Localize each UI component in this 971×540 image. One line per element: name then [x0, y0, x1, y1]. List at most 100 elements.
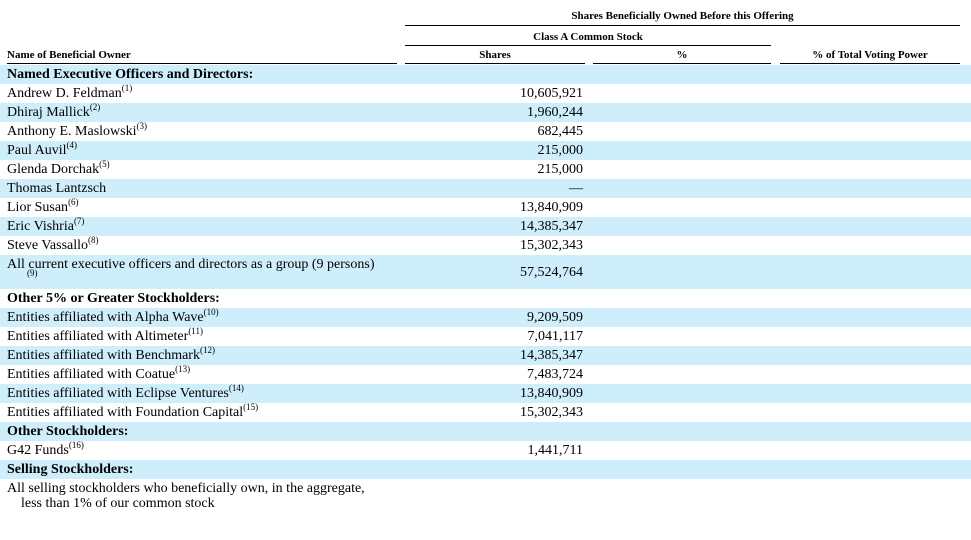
owner-name-text: Entities affiliated with Foundation Capi…	[7, 405, 244, 420]
col-rule-shares	[405, 63, 585, 64]
owner-name: Entities affiliated with Eclipse Venture…	[7, 384, 244, 403]
ownership-table: Named Executive Officers and Directors: A…	[0, 65, 971, 518]
table-row: Entities affiliated with Eclipse Venture…	[0, 384, 971, 403]
footnote-ref: (9)	[27, 268, 38, 278]
owner-name: Eric Vishria(7)	[7, 217, 84, 236]
footnote-ref: (8)	[88, 235, 99, 245]
owner-name-text: Andrew D. Feldman	[7, 86, 122, 101]
footnote-ref: (14)	[228, 383, 244, 393]
table-row: Entities affiliated with Coatue(13) 7,483…	[0, 365, 971, 384]
footnote-ref: (4)	[66, 140, 78, 150]
col-header-name: Name of Beneficial Owner	[7, 49, 131, 61]
table-row: Entities affiliated with Altimeter(11) 7,…	[0, 327, 971, 346]
owner-name: Entities affiliated with Coatue(13)	[7, 365, 190, 384]
table-row: Entities affiliated with Benchmark(12) 14…	[0, 346, 971, 365]
owner-name: Andrew D. Feldman(1)	[7, 84, 132, 103]
section-selling-stockholders: Selling Stockholders:	[0, 460, 971, 479]
owner-name-text: Entities affiliated with Coatue	[7, 367, 176, 382]
section-title: Named Executive Officers and Directors:	[7, 67, 254, 82]
owner-name-text: Eric Vishria	[7, 219, 74, 234]
table-row: Glenda Dorchak(5) 215,000	[0, 160, 971, 179]
owner-name: Paul Auvil(4)	[7, 141, 77, 160]
owner-name-text: Entities affiliated with Benchmark	[7, 348, 200, 363]
shares-value: 13,840,909	[520, 200, 583, 215]
table-row: Andrew D. Feldman(1) 10,605,921	[0, 84, 971, 103]
owner-name: Entities affiliated with Benchmark(12)	[7, 346, 215, 365]
class-header: Class A Common Stock	[533, 31, 643, 43]
section-other-5pct: Other 5% or Greater Stockholders:	[0, 289, 971, 308]
table-row-selling: All selling stockholders who beneficiall…	[0, 479, 971, 518]
footnote-ref: (13)	[175, 364, 191, 374]
owner-name: Entities affiliated with Foundation Capi…	[7, 403, 258, 422]
owner-name: Glenda Dorchak(5)	[7, 160, 110, 179]
owner-name: Anthony E. Maslowski(3)	[7, 122, 147, 141]
col-header-shares: Shares	[479, 49, 511, 61]
selling-line-2: less than 1% of our common stock	[21, 496, 215, 511]
shares-value: 215,000	[537, 143, 584, 158]
table-row: Paul Auvil(4) 215,000	[0, 141, 971, 160]
shares-value: 15,302,343	[520, 405, 583, 420]
table-row: G42 Funds(16) 1,441,711	[0, 441, 971, 460]
shares-value: 1,960,244	[527, 105, 583, 120]
owner-name-text: All current executive officers and direc…	[7, 257, 375, 272]
owner-name-text: Glenda Dorchak	[7, 162, 100, 177]
owner-name-text: Entities affiliated with Alpha Wave	[7, 310, 204, 325]
owner-name: All current executive officers and direc…	[7, 255, 375, 278]
selling-line-1: All selling stockholders who beneficiall…	[7, 481, 365, 496]
group-header: Shares Beneficially Owned Before this Of…	[571, 10, 794, 22]
table-row: Lior Susan(6) 13,840,909	[0, 198, 971, 217]
shares-value: 215,000	[537, 162, 584, 177]
table-row: Anthony E. Maslowski(3) 682,445	[0, 122, 971, 141]
section-named-officers: Named Executive Officers and Directors:	[0, 65, 971, 84]
section-other-stockholders: Other Stockholders:	[0, 422, 971, 441]
footnote-ref: (15)	[243, 402, 259, 412]
owner-name: All selling stockholders who beneficiall…	[7, 481, 365, 511]
owner-name-text: Entities affiliated with Eclipse Venture…	[7, 386, 229, 401]
col-rule-pct	[593, 63, 771, 64]
shares-value: 15,302,343	[520, 238, 583, 253]
footnote-ref: (11)	[188, 326, 203, 336]
owner-name: Thomas Lantzsch	[7, 179, 106, 198]
shares-value: —	[569, 181, 583, 196]
footnote-ref: (10)	[203, 307, 219, 317]
footnote-ref: (7)	[73, 216, 85, 226]
owner-name-text: Paul Auvil	[7, 143, 67, 158]
table-row: Entities affiliated with Foundation Capi…	[0, 403, 971, 422]
footnote-ref: (6)	[68, 197, 79, 207]
group-header-rule	[405, 25, 960, 26]
shares-value: 7,483,724	[527, 367, 583, 382]
owner-name: Entities affiliated with Altimeter(11)	[7, 327, 203, 346]
table-row: Thomas Lantzsch —	[0, 179, 971, 198]
owner-name-text: Anthony E. Maslowski	[7, 124, 137, 139]
owner-name-text: Steve Vassallo	[7, 238, 89, 253]
section-title: Selling Stockholders:	[7, 462, 134, 477]
table-row: Steve Vassallo(8) 15,302,343	[0, 236, 971, 255]
owner-name-text: Dhiraj Mallick	[7, 105, 90, 120]
footnote-ref: (16)	[68, 440, 84, 450]
footnote-ref: (5)	[99, 159, 110, 169]
owner-name-text: G42 Funds	[7, 443, 69, 458]
table-row: Dhiraj Mallick(2) 1,960,244	[0, 103, 971, 122]
shares-value: 13,840,909	[520, 386, 583, 401]
shares-value: 14,385,347	[520, 219, 583, 234]
table-row: Entities affiliated with Alpha Wave(10) 9…	[0, 308, 971, 327]
owner-name: Entities affiliated with Alpha Wave(10)	[7, 308, 219, 327]
table-row: Eric Vishria(7) 14,385,347	[0, 217, 971, 236]
shares-value: 14,385,347	[520, 348, 583, 363]
owner-name: G42 Funds(16)	[7, 441, 84, 460]
ownership-table-page: { "header": { "group_title": "Shares Ben…	[0, 0, 971, 540]
footnote-ref: (1)	[121, 83, 133, 93]
col-header-voting: % of Total Voting Power	[812, 49, 928, 61]
shares-value: 10,605,921	[520, 86, 583, 101]
footnote-ref: (2)	[89, 102, 101, 112]
owner-name: Dhiraj Mallick(2)	[7, 103, 100, 122]
owner-name-text: Entities affiliated with Altimeter	[7, 329, 189, 344]
shares-value: 7,041,117	[527, 329, 583, 344]
col-header-pct: %	[676, 49, 688, 61]
footnote-ref: (12)	[199, 345, 215, 355]
col-rule-voting	[780, 63, 960, 64]
owner-name: Lior Susan(6)	[7, 198, 79, 217]
shares-value: 57,524,764	[520, 265, 583, 280]
owner-name-text: Lior Susan	[7, 200, 69, 215]
class-header-rule	[405, 45, 771, 46]
